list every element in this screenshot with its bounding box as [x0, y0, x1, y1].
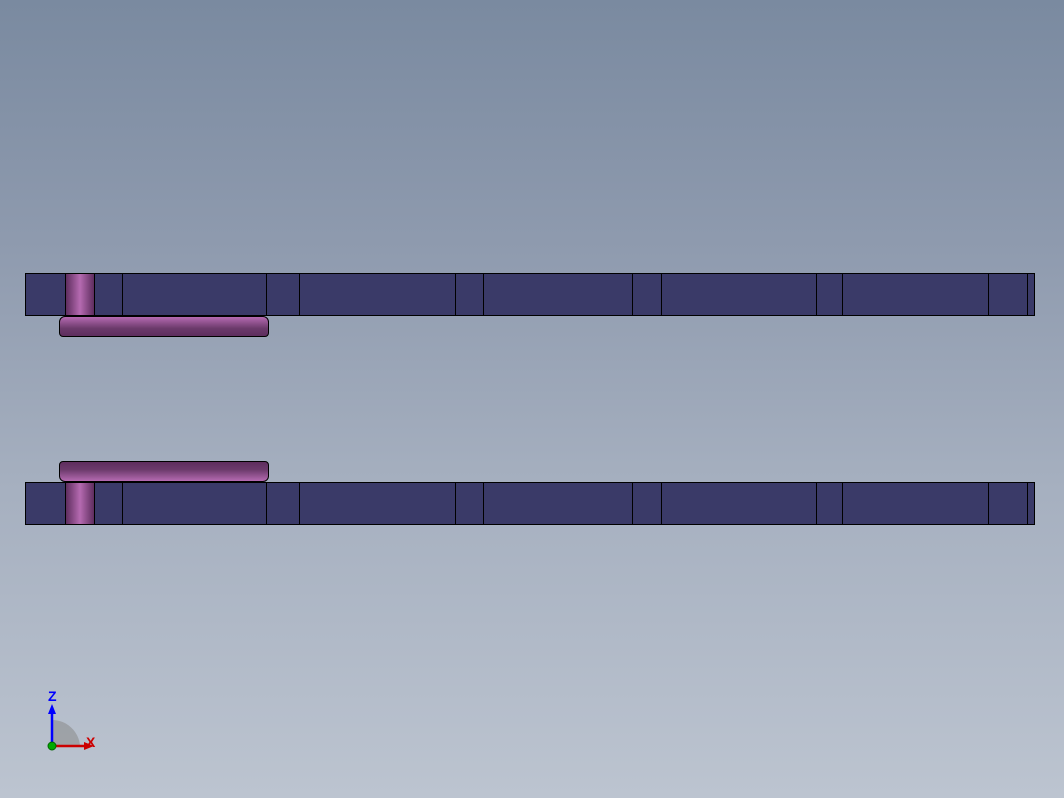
bar-segment: [456, 483, 484, 524]
bar-segment: [267, 483, 300, 524]
bar-segment: [300, 483, 456, 524]
bar-segment: [989, 274, 1028, 315]
bar-segment: [300, 274, 456, 315]
lower-flange: [59, 461, 269, 482]
bar-segment: [123, 483, 267, 524]
lower-bar: [25, 482, 1035, 525]
bar-segment: [662, 483, 817, 524]
bar-segment: [633, 274, 662, 315]
cad-3d-viewport[interactable]: Z X: [0, 0, 1064, 798]
upper-flange: [59, 316, 269, 337]
upper-pin: [65, 273, 95, 316]
bar-segment: [26, 274, 66, 315]
bar-segment: [26, 483, 66, 524]
bar-segment: [267, 274, 300, 315]
bar-segment: [1028, 274, 1036, 315]
bar-segment: [633, 483, 662, 524]
coordinate-triad: Z X: [40, 698, 100, 758]
axis-label-x: X: [86, 734, 95, 750]
bar-segment: [817, 274, 843, 315]
bar-segment: [817, 483, 843, 524]
axis-label-z: Z: [48, 688, 57, 704]
bar-segment: [662, 274, 817, 315]
bar-segment: [484, 483, 633, 524]
bar-segment: [123, 274, 267, 315]
bar-segment: [456, 274, 484, 315]
bar-segment: [989, 483, 1028, 524]
bar-segment: [1028, 483, 1036, 524]
upper-bar: [25, 273, 1035, 316]
bar-segment: [484, 274, 633, 315]
bar-segment: [843, 483, 989, 524]
bar-segment: [843, 274, 989, 315]
lower-pin: [65, 482, 95, 525]
